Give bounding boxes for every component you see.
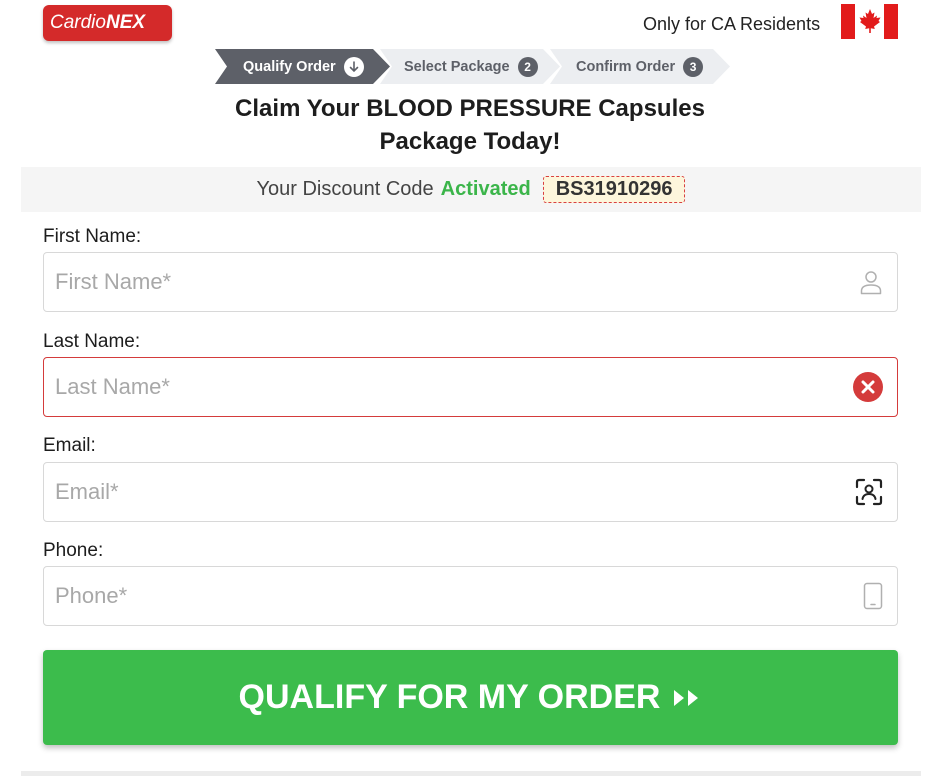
error-x-icon: [853, 372, 883, 402]
first-name-label: First Name:: [43, 226, 142, 247]
brand-name-part2: NEX: [105, 12, 146, 33]
maple-leaf-icon: [859, 9, 881, 33]
email-label: Email:: [43, 435, 96, 456]
last-name-input[interactable]: [44, 358, 824, 416]
section-divider: [21, 771, 921, 776]
step-label: Qualify Order: [243, 58, 336, 75]
phone-field[interactable]: [43, 566, 898, 626]
step-confirm-order[interactable]: Confirm Order 3: [550, 49, 730, 84]
discount-status: Activated: [440, 178, 531, 200]
residents-note: Only for CA Residents: [643, 14, 821, 34]
email-input[interactable]: [44, 463, 824, 521]
contact-scan-icon: [855, 478, 883, 506]
user-icon: [859, 269, 883, 295]
double-chevron-icon: [672, 687, 702, 709]
headline-line-1: Claim Your BLOOD PRESSURE Capsules: [235, 95, 705, 122]
down-arrow-icon: [343, 56, 364, 77]
discount-code-badge: BS31910296: [542, 176, 686, 203]
discount-prefix: Your Discount Code: [256, 178, 434, 200]
first-name-field[interactable]: [43, 252, 898, 312]
step-qualify-order[interactable]: Qualify Order: [215, 49, 390, 84]
brand-logo[interactable]: CardioNEX: [43, 5, 172, 41]
step-number: 3: [683, 56, 704, 77]
qualify-order-button[interactable]: QUALIFY FOR MY ORDER: [43, 650, 898, 745]
step-label: Select Package: [404, 58, 510, 75]
discount-banner: Your Discount Code Activated BS31910296: [21, 167, 921, 212]
email-field[interactable]: [43, 462, 898, 522]
page-headline: Claim Your BLOOD PRESSURE Capsules Packa…: [0, 92, 933, 158]
brand-name-part1: Cardio: [50, 12, 106, 33]
first-name-input[interactable]: [44, 253, 824, 311]
phone-label: Phone:: [43, 540, 104, 561]
last-name-label: Last Name:: [43, 331, 141, 352]
submit-label: QUALIFY FOR MY ORDER: [238, 678, 661, 716]
phone-device-icon: [863, 582, 883, 610]
phone-input[interactable]: [44, 567, 824, 625]
step-label: Confirm Order: [576, 58, 676, 75]
progress-steps: Qualify Order Select Package 2 Confirm O…: [215, 49, 735, 84]
headline-line-2: Package Today!: [379, 128, 561, 155]
step-number: 2: [517, 56, 538, 77]
step-select-package[interactable]: Select Package 2: [380, 49, 560, 84]
canada-flag-icon: [841, 4, 898, 39]
last-name-field[interactable]: [43, 357, 898, 417]
